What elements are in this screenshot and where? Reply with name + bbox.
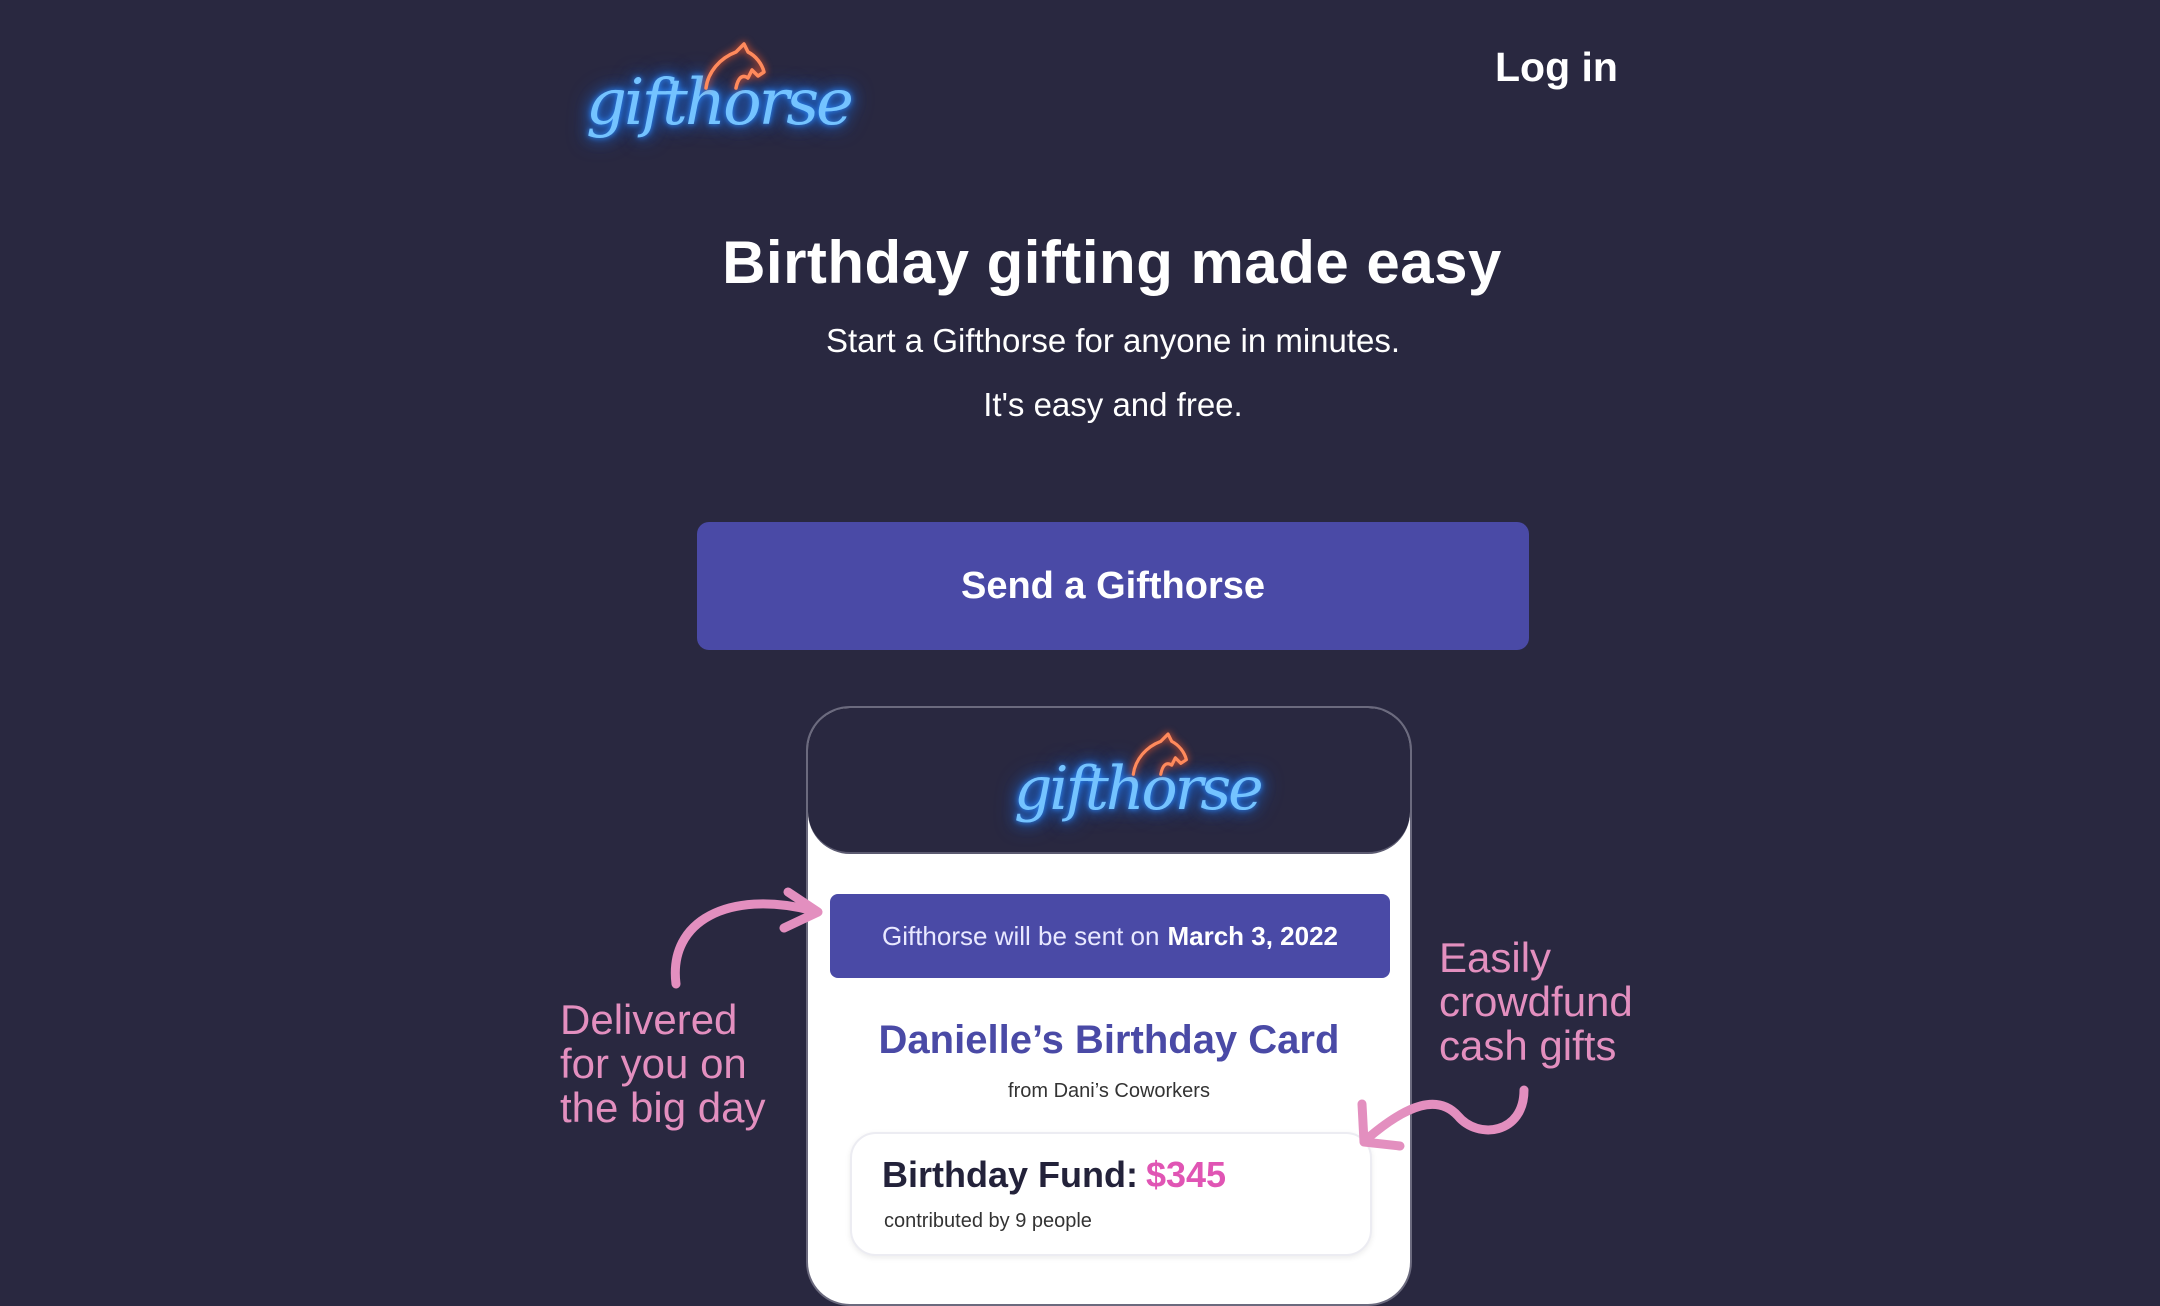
horse-head-icon: [704, 42, 766, 90]
fund-label: Birthday Fund:: [882, 1154, 1138, 1195]
login-link[interactable]: Log in: [1495, 44, 1618, 91]
squiggle-arrow-left-icon: [1357, 1085, 1529, 1151]
annotation-line: the big day: [560, 1084, 766, 1131]
annotation-line: crowdfund: [1439, 978, 1633, 1025]
preview-header: gifthorse: [808, 708, 1410, 854]
send-gifthorse-button[interactable]: Send a Gifthorse: [697, 522, 1529, 650]
hero-tagline: It's easy and free.: [983, 386, 1243, 423]
curved-arrow-right-icon: [670, 887, 823, 989]
fund-amount: $345: [1145, 1154, 1227, 1195]
annotation-line: Delivered: [560, 996, 738, 1043]
hero-title: Birthday gifting made easy: [722, 229, 1502, 296]
annotation-line: Easily: [1439, 934, 1552, 981]
send-date-banner: Gifthorse will be sent on March 3, 2022: [830, 894, 1390, 978]
card-title: Danielle’s Birthday Card: [878, 1018, 1340, 1062]
fund-contributors: contributed by 9 people: [884, 1210, 1092, 1232]
fund-title: Birthday Fund: $345: [882, 1154, 1226, 1196]
horse-head-icon: [1131, 732, 1188, 776]
birthday-fund-card: Birthday Fund: $345 contributed by 9 peop…: [850, 1132, 1372, 1256]
annotation-line: cash gifts: [1439, 1022, 1617, 1069]
card-preview-mockup: gifthorse Gifthorse will be sent on Marc…: [806, 706, 1412, 1306]
card-from: from Dani’s Coworkers: [1008, 1080, 1210, 1102]
send-date-prefix: Gifthorse will be sent on: [881, 920, 1160, 951]
annotation-line: for you on: [560, 1040, 747, 1087]
preview-logo: gifthorse: [1008, 724, 1264, 834]
annotation-delivered: Delivered for you on the big day: [560, 998, 766, 1130]
gifthorse-logo[interactable]: gifthorse: [580, 38, 854, 148]
send-date-value: March 3, 2022: [1167, 920, 1339, 951]
annotation-crowdfund: Easily crowdfund cash gifts: [1439, 936, 1633, 1068]
hero-subtitle: Start a Gifthorse for anyone in minutes.: [825, 322, 1401, 359]
